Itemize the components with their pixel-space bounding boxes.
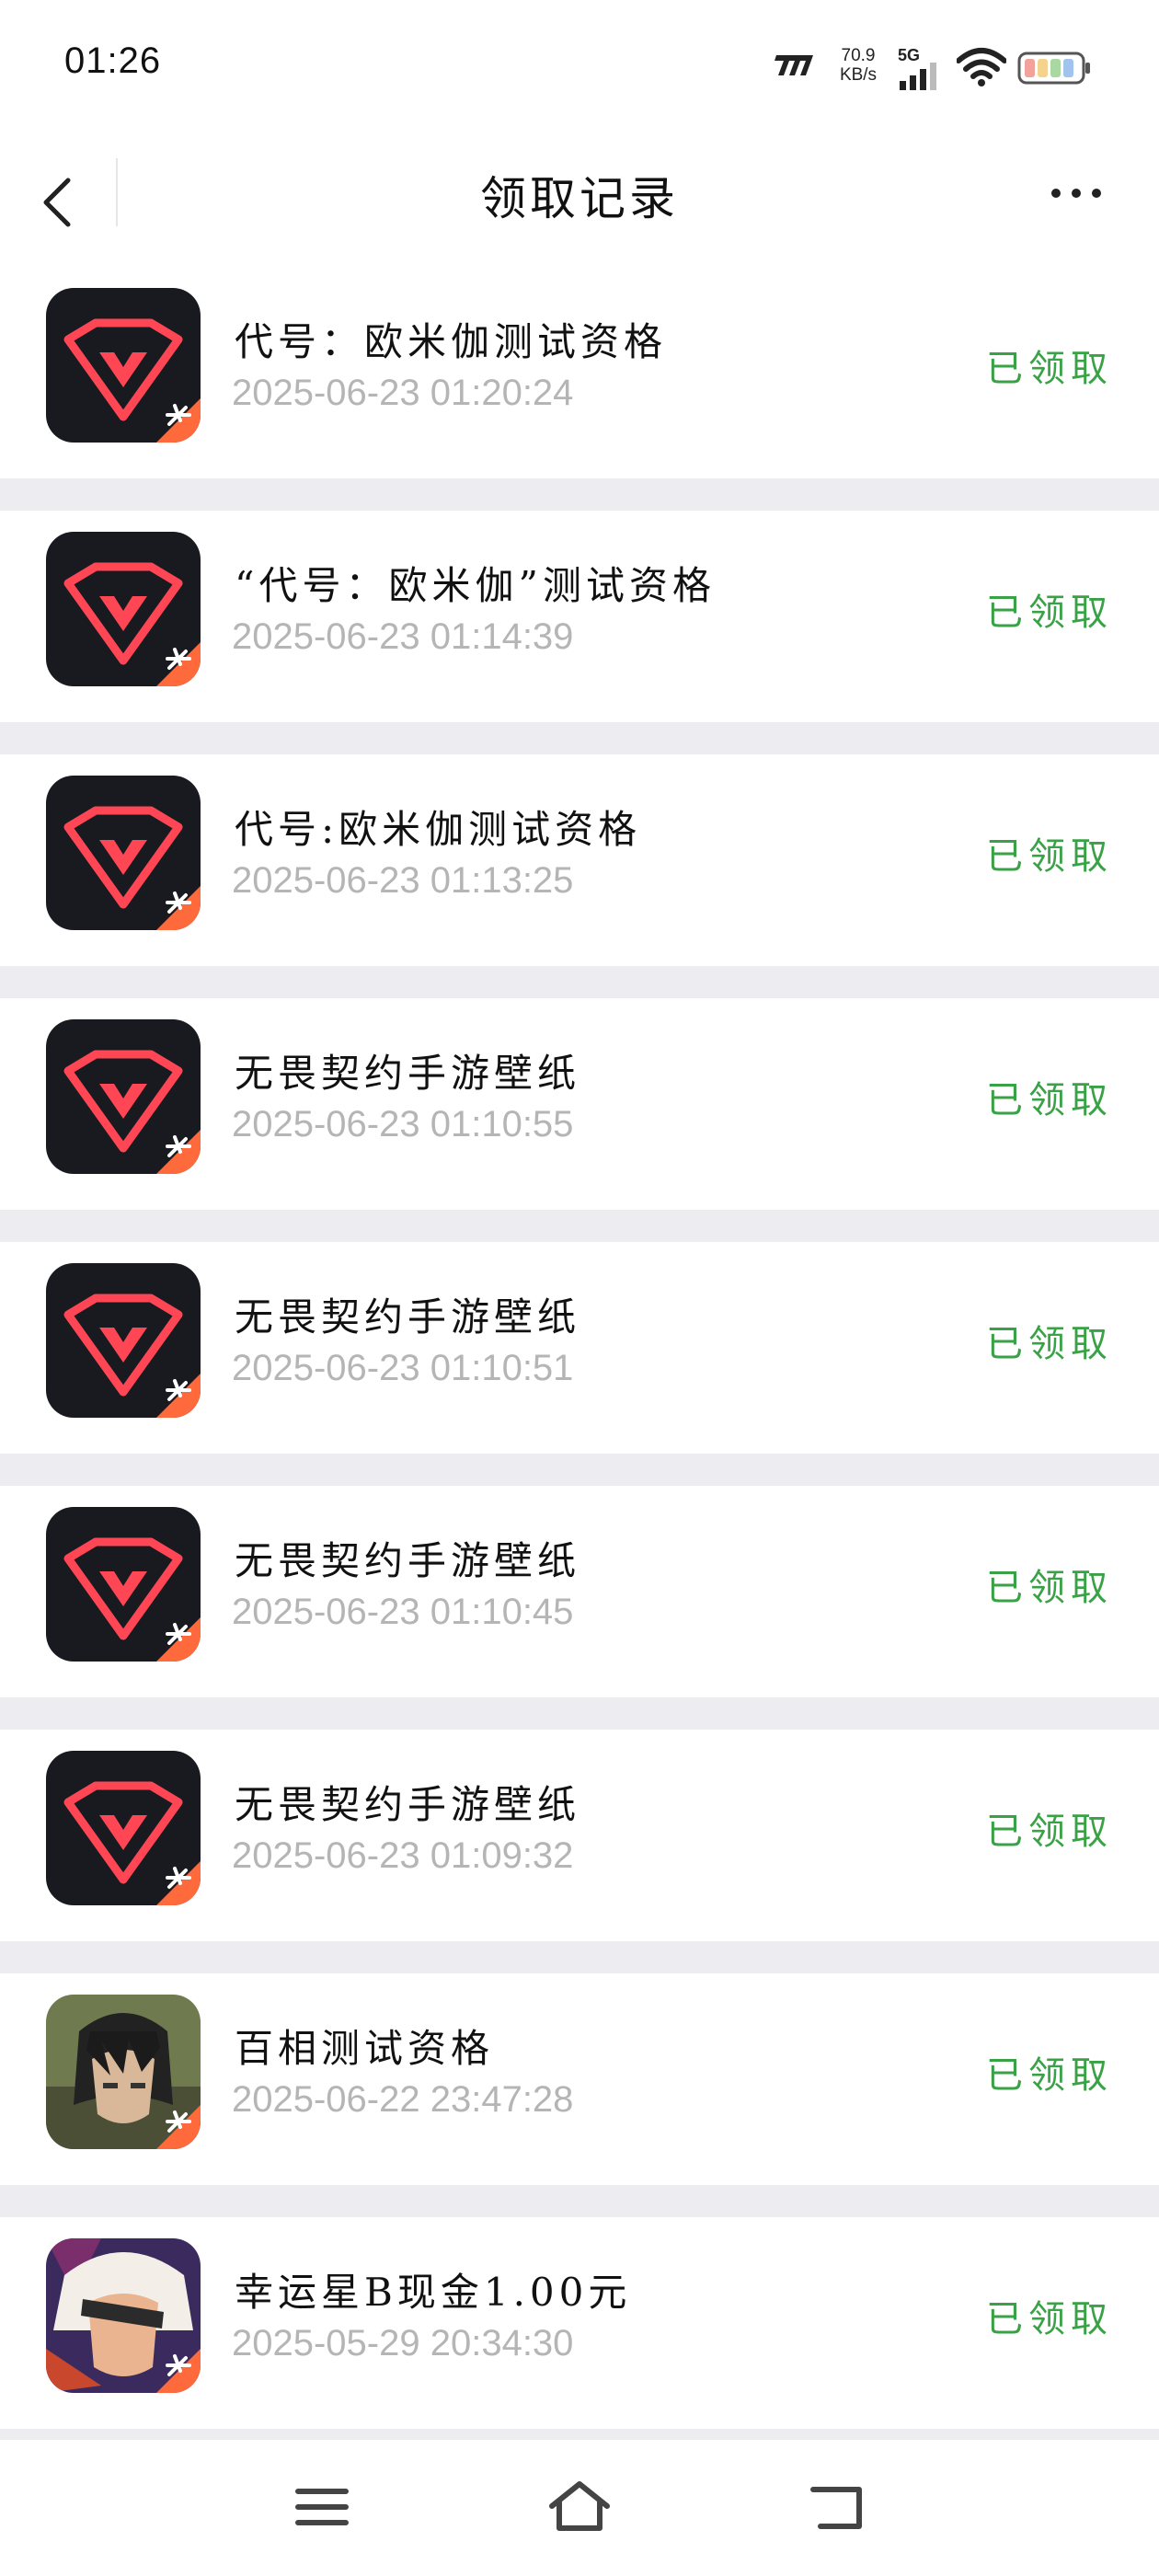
record-time: 2025-06-23 01:10:55 — [232, 1104, 574, 1144]
record-title: 代号:欧米伽测试资格 — [235, 807, 642, 852]
record-title: 无畏契约手游壁纸 — [235, 1051, 581, 1096]
page-title: 领取记录 — [480, 172, 679, 225]
valorant-icon — [46, 1751, 201, 1905]
record-item[interactable]: 无畏契约手游壁纸 2025-06-23 01:09:32 已领取 — [0, 1730, 1159, 1941]
valorant-icon — [46, 1019, 201, 1174]
net-speed: 70.9 KB/s — [835, 46, 881, 85]
record-item[interactable]: 无畏契约手游壁纸 2025-06-23 01:10:55 已领取 — [0, 998, 1159, 1210]
record-status: 已领取 — [986, 2054, 1113, 2097]
record-time: 2025-06-23 01:10:51 — [232, 1348, 574, 1388]
record-title: 无畏契约手游壁纸 — [235, 1294, 581, 1340]
record-status: 已领取 — [986, 1079, 1113, 1121]
record-title: 代号：欧米伽测试资格 — [235, 319, 668, 364]
record-item[interactable]: 代号：欧米伽测试资格 2025-06-23 01:20:24 已领取 — [0, 267, 1159, 478]
status-bar: 01:26 70.9 KB/s 5G — [0, 0, 1159, 136]
record-status: 已领取 — [986, 1811, 1113, 1853]
record-time: 2025-06-23 01:13:25 — [232, 860, 574, 901]
valorant-icon — [46, 776, 201, 930]
record-status: 已领取 — [986, 592, 1113, 634]
record-status: 已领取 — [986, 2298, 1113, 2340]
record-item[interactable]: 无畏契约手游壁纸 2025-06-23 01:10:45 已领取 — [0, 1486, 1159, 1697]
system-nav-bar — [0, 2440, 1159, 2576]
record-time: 2025-06-23 01:09:32 — [232, 1835, 574, 1876]
record-time: 2025-06-23 01:20:24 — [232, 373, 574, 413]
record-title: 无畏契约手游壁纸 — [235, 1538, 581, 1583]
record-status: 已领取 — [986, 835, 1113, 878]
record-status: 已领取 — [986, 348, 1113, 390]
record-status: 已领取 — [986, 1323, 1113, 1365]
record-time: 2025-06-22 23:47:28 — [232, 2079, 574, 2120]
record-time: 2025-05-29 20:34:30 — [232, 2323, 574, 2363]
valorant-icon — [46, 288, 201, 443]
home-icon — [549, 2481, 610, 2531]
more-options-button[interactable] — [1039, 173, 1113, 219]
menu-button[interactable] — [285, 2475, 359, 2539]
back-nav-icon — [810, 2487, 862, 2529]
record-status: 已领取 — [986, 1567, 1113, 1609]
record-title: 无畏契约手游壁纸 — [235, 1782, 581, 1827]
more-dots-icon — [1051, 189, 1101, 198]
record-item[interactable]: 无畏契约手游壁纸 2025-06-23 01:10:51 已领取 — [0, 1242, 1159, 1454]
record-title: 幸运星B现金1.00元 — [235, 2270, 632, 2315]
anime-character-icon — [46, 1995, 201, 2149]
top-bar: 领取记录 — [0, 136, 1159, 267]
signal-icon — [900, 63, 936, 90]
back-nav-button[interactable] — [800, 2475, 874, 2539]
record-title: 百相测试资格 — [235, 2026, 495, 2071]
valorant-icon — [46, 1263, 201, 1418]
home-button[interactable] — [543, 2475, 616, 2539]
battery-icon — [1017, 52, 1090, 85]
valorant-icon — [46, 532, 201, 686]
carrier-logo-icon — [775, 55, 813, 75]
record-item[interactable]: 代号:欧米伽测试资格 2025-06-23 01:13:25 已领取 — [0, 754, 1159, 966]
net-speed-value: 70.9 — [841, 46, 876, 65]
valorant-icon — [46, 1507, 201, 1662]
menu-icon — [295, 2489, 349, 2525]
status-time: 01:26 — [64, 40, 162, 81]
record-item[interactable]: 百相测试资格 2025-06-22 23:47:28 已领取 — [0, 1973, 1159, 2185]
record-item[interactable]: 幸运星B现金1.00元 2025-05-29 20:34:30 已领取 — [0, 2217, 1159, 2429]
record-time: 2025-06-23 01:14:39 — [232, 616, 574, 657]
record-title: “代号：欧米伽”测试资格 — [235, 563, 716, 608]
record-time: 2025-06-23 01:10:45 — [232, 1592, 574, 1632]
wifi-icon — [957, 48, 1006, 86]
record-item[interactable]: “代号：欧米伽”测试资格 2025-06-23 01:14:39 已领取 — [0, 511, 1159, 722]
net-speed-unit: KB/s — [839, 65, 878, 85]
hero-character-icon — [46, 2238, 201, 2393]
